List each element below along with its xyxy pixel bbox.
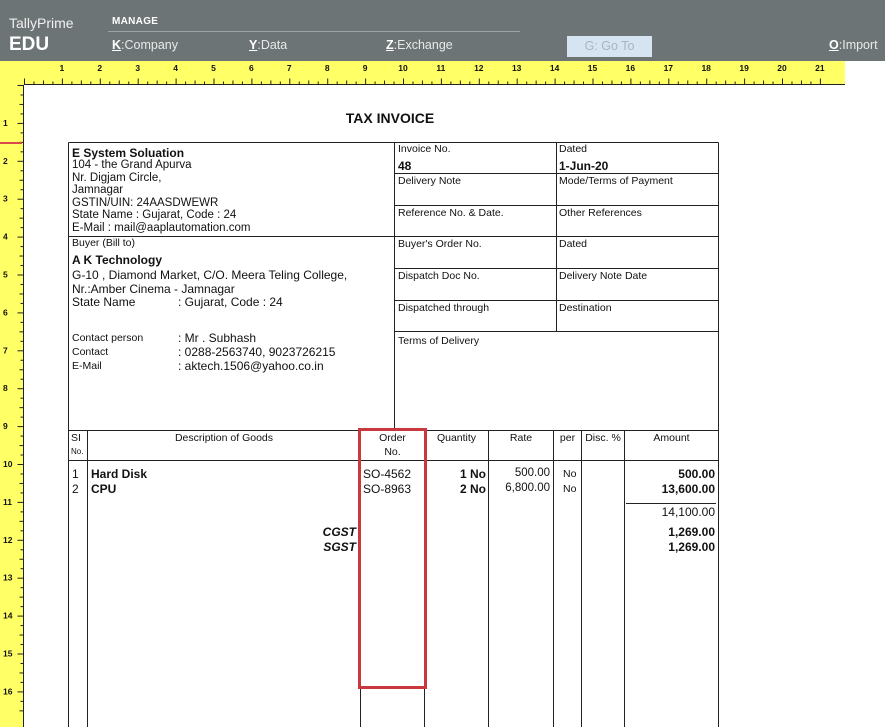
buyer-address-line: Nr.:Amber Cinema - Jamnagar bbox=[72, 282, 235, 296]
item-sl: 2 bbox=[72, 482, 79, 496]
cgst-label: CGST bbox=[322, 525, 356, 539]
invoice-no-label: Invoice No. bbox=[398, 143, 451, 155]
dispatch-doc-label: Dispatch Doc No. bbox=[398, 270, 480, 282]
sgst-label: SGST bbox=[323, 540, 356, 554]
col-disc-header: Disc. % bbox=[585, 432, 621, 444]
col-description-header: Description of Goods bbox=[174, 432, 274, 444]
dated-label: Dated bbox=[559, 143, 588, 155]
item-description: Hard Disk bbox=[91, 467, 148, 481]
cgst-amount: 1,269.00 bbox=[668, 525, 715, 539]
terms-of-delivery-label: Terms of Delivery bbox=[398, 335, 480, 347]
item-quantity: 2 No bbox=[459, 482, 486, 496]
col-per-header: per bbox=[559, 432, 576, 444]
seller-address-line: 104 - the Grand Apurva bbox=[72, 159, 192, 171]
mode-terms-label: Mode/Terms of Payment bbox=[559, 175, 673, 187]
seller-state: State Name : Gujarat, Code : 24 bbox=[72, 209, 237, 221]
sgst-amount: 1,269.00 bbox=[668, 540, 715, 554]
item-amount: 13,600.00 bbox=[661, 482, 715, 496]
contact-value: : 0288-2563740, 9023726215 bbox=[178, 345, 336, 359]
seller-name: E System Soluation bbox=[72, 146, 185, 160]
col-amount-header: Amount bbox=[653, 432, 690, 444]
col-rate-header: Rate bbox=[509, 432, 533, 444]
item-sl: 1 bbox=[72, 467, 79, 481]
item-quantity: 1 No bbox=[459, 467, 486, 481]
item-rate: 500.00 bbox=[514, 467, 550, 479]
invoice-no-value: 48 bbox=[398, 159, 412, 173]
seller-gstin: GSTIN/UIN: 24AASDWEWR bbox=[72, 197, 219, 209]
other-references-label: Other References bbox=[559, 207, 642, 219]
buyer-state-label: State Name bbox=[72, 295, 136, 309]
delivery-note-date-label: Delivery Note Date bbox=[559, 270, 648, 282]
contact-person-label: Contact person bbox=[72, 332, 144, 344]
dispatched-through-label: Dispatched through bbox=[398, 302, 490, 314]
destination-label: Destination bbox=[559, 302, 612, 314]
seller-address-line: Jamnagar bbox=[72, 184, 124, 196]
delivery-note-label: Delivery Note bbox=[398, 175, 462, 187]
dated-value: 1-Jun-20 bbox=[559, 159, 609, 173]
buyers-order-label: Buyer's Order No. bbox=[398, 238, 482, 250]
reference-label: Reference No. & Date. bbox=[398, 207, 504, 219]
email-value: : aktech.1506@yahoo.co.in bbox=[178, 359, 324, 373]
item-per: No bbox=[563, 468, 577, 480]
buyer-name: A K Technology bbox=[72, 253, 162, 267]
col-sl-header: SI bbox=[71, 432, 81, 444]
invoice-grid bbox=[68, 142, 719, 727]
order-column-highlight bbox=[358, 428, 427, 689]
buyer-heading: Buyer (Bill to) bbox=[72, 237, 136, 249]
contact-person-value: : Mr . Subhash bbox=[178, 331, 257, 345]
item-rate: 6,800.00 bbox=[505, 482, 550, 494]
seller-email: E-Mail : mail@aaplautomation.com bbox=[72, 222, 251, 234]
col-quantity-header: Quantity bbox=[436, 432, 477, 444]
buyer-address-line: G-10 , Diamond Market, C/O. Meera Teling… bbox=[72, 268, 348, 282]
buyer-state-value: : Gujarat, Code : 24 bbox=[178, 295, 283, 309]
subtotal-amount: 14,100.00 bbox=[661, 505, 715, 519]
order-dated-label: Dated bbox=[559, 238, 588, 250]
contact-label: Contact bbox=[72, 346, 109, 358]
item-description: CPU bbox=[91, 482, 117, 496]
item-amount: 500.00 bbox=[678, 467, 715, 481]
email-label: E-Mail bbox=[72, 360, 102, 372]
seller-address-line: Nr. Digjam Circle, bbox=[72, 172, 162, 184]
item-per: No bbox=[563, 483, 577, 495]
col-sl-subheader: No. bbox=[71, 447, 84, 456]
